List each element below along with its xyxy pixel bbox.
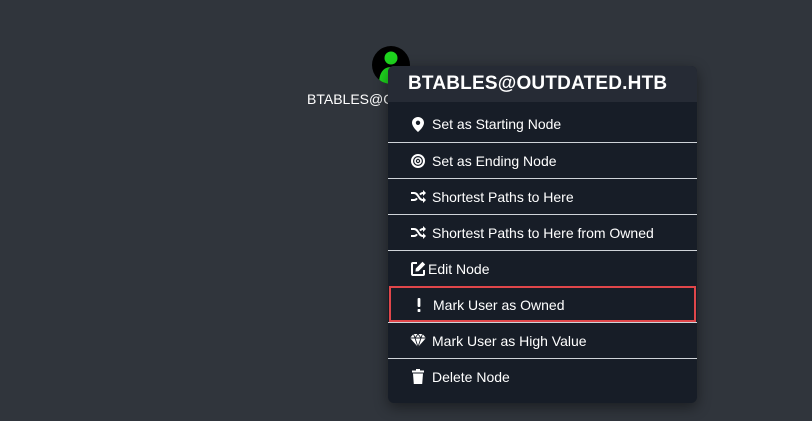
- set-ending-node-item[interactable]: Set as Ending Node: [388, 142, 697, 178]
- gem-icon: [410, 333, 426, 349]
- node-context-menu: BTABLES@OUTDATED.HTB Set as Starting Nod…: [388, 66, 697, 403]
- trash-icon: [410, 369, 426, 385]
- edit-node-item[interactable]: Edit Node: [388, 250, 697, 286]
- menu-item-label: Delete Node: [432, 368, 510, 385]
- set-starting-node-item[interactable]: Set as Starting Node: [388, 106, 697, 142]
- menu-item-label: Set as Starting Node: [432, 116, 562, 132]
- graph-canvas[interactable]: BTABLES@OUTDATED.HTB BTABLES@OUTDATED.HT…: [0, 0, 812, 421]
- menu-item-label: Edit Node: [428, 260, 490, 277]
- menu-title: BTABLES@OUTDATED.HTB: [388, 66, 697, 102]
- edit-icon: [410, 261, 426, 277]
- shortest-paths-owned-item[interactable]: Shortest Paths to Here from Owned: [388, 214, 697, 250]
- shortest-paths-item[interactable]: Shortest Paths to Here: [388, 178, 697, 214]
- bullseye-icon: [410, 153, 426, 169]
- node-label: BTABLES@OUTDATED.HTB: [307, 91, 397, 107]
- menu-item-label: Shortest Paths to Here: [432, 188, 574, 205]
- menu-item-label: Set as Ending Node: [432, 152, 557, 169]
- exclamation-icon: [411, 297, 427, 313]
- menu-items: Set as Starting Node Set as Ending Node …: [388, 102, 697, 394]
- mark-owned-item[interactable]: Mark User as Owned: [389, 286, 696, 322]
- mark-high-value-item[interactable]: Mark User as High Value: [388, 322, 697, 358]
- random-icon: [410, 225, 426, 241]
- menu-item-label: Mark User as High Value: [432, 332, 587, 349]
- menu-item-label: Mark User as Owned: [433, 296, 565, 313]
- random-icon: [410, 189, 426, 205]
- menu-item-label: Shortest Paths to Here from Owned: [432, 224, 654, 241]
- map-marker-icon: [410, 116, 426, 132]
- delete-node-item[interactable]: Delete Node: [388, 358, 697, 394]
